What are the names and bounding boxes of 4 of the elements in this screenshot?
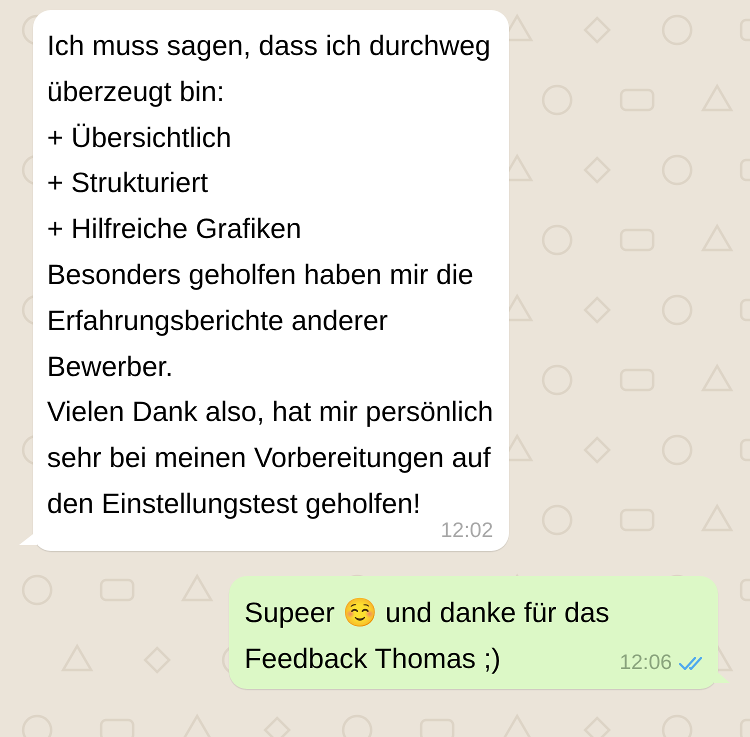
message-time: 12:06 <box>619 651 672 676</box>
message-text: Supeer ☺ und danke für das Feedback Thomas ;) <box>244 596 610 676</box>
message-text: Ich muss sagen, dass ich durchweg überzeugt bin: + Übersichtlich + Strukturiert + Hilfreiche Grafiken Besonders geholfen haben mir die Erfahrungsberichte anderer Bewerber. Vielen Dank also, hat mir persönlich sehr bei meinen Vorbereitungen auf den Einstellungstest geholfen! <box>47 30 494 519</box>
message-time: 12:02 <box>440 518 494 543</box>
